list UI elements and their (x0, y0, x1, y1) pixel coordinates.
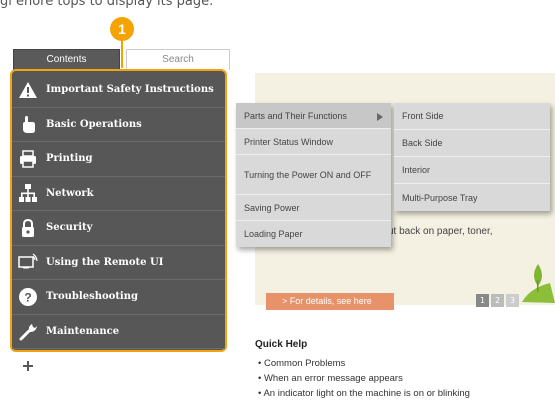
pager-1[interactable]: 1 (476, 294, 489, 307)
callout-badge: 1 (110, 17, 134, 41)
remote-ui-icon (18, 252, 38, 272)
sidebar-item-label: Important Safety Instructions (46, 84, 214, 96)
quick-help-link[interactable]: An indicator light on the machine is on … (258, 388, 469, 403)
sidebar-item-label: Using the Remote UI (46, 256, 164, 268)
quick-help-title: Quick Help (255, 339, 308, 350)
sidebar-item-label: Printing (46, 153, 93, 165)
sidebar: Important Safety Instructions Basic Oper… (10, 69, 227, 375)
sidebar-item-maintenance[interactable]: Maintenance (12, 315, 225, 349)
instruction-text: gl ehore tops to display its page. (0, 0, 214, 9)
pager-2[interactable]: 2 (491, 294, 504, 307)
menu-item-back-side[interactable]: Back Side (394, 130, 550, 157)
menu-item-interior[interactable]: Interior (394, 157, 550, 184)
sidebar-item-label: Appendix (46, 360, 99, 372)
sidebar-item-basic-operations[interactable]: Basic Operations (12, 108, 225, 142)
sidebar-item-label: Troubleshooting (46, 291, 138, 303)
network-icon (18, 183, 38, 203)
wrench-icon (18, 321, 38, 341)
sidebar-item-troubleshooting[interactable]: ? Troubleshooting (12, 280, 225, 315)
quick-help-list: Common Problems When an error message ap… (258, 358, 470, 403)
hand-pointer-icon (18, 114, 38, 134)
sidebar-item-important-safety[interactable]: Important Safety Instructions (12, 73, 225, 108)
menu-item-parts-functions[interactable]: Parts and Their Functions (236, 103, 391, 129)
submenu-arrow-icon (377, 113, 383, 121)
sidebar-item-label: Security (46, 222, 93, 234)
sidebar-item-printing[interactable]: Printing (12, 142, 225, 177)
sidebar-item-security[interactable]: Security (12, 211, 225, 246)
menu-item-front-side[interactable]: Front Side (394, 103, 550, 130)
sidebar-item-appendix[interactable]: Appendix (12, 349, 225, 383)
menu-item-printer-status[interactable]: Printer Status Window (236, 129, 391, 155)
menu-item-loading-paper[interactable]: Loading Paper (236, 221, 391, 247)
flyout-menu-basic-operations: Parts and Their Functions Printer Status… (236, 103, 391, 247)
plus-circle-icon (18, 356, 38, 376)
details-button[interactable]: > For details, see here (266, 293, 394, 310)
question-icon: ? (18, 287, 38, 307)
pager-3[interactable]: 3 (506, 294, 519, 307)
quick-help-link[interactable]: When an error message appears (258, 373, 470, 388)
menu-item-multipurpose-tray[interactable]: Multi-Purpose Tray (394, 184, 550, 211)
sidebar-item-label: Maintenance (46, 325, 120, 337)
callout-line (121, 40, 123, 68)
menu-item-saving-power[interactable]: Saving Power (236, 195, 391, 221)
sidebar-item-network[interactable]: Network (12, 177, 225, 211)
warning-icon (18, 80, 38, 100)
lock-icon (18, 218, 38, 238)
leaf-illustration (520, 258, 555, 307)
flyout-menu-parts: Front Side Back Side Interior Multi-Purp… (394, 103, 550, 211)
banner-text: cut back on paper, toner, (383, 226, 493, 237)
sidebar-item-remote-ui[interactable]: Using the Remote UI (12, 246, 225, 280)
sidebar-item-label: Basic Operations (46, 118, 142, 130)
sidebar-item-label: Network (46, 187, 94, 199)
quick-help-link[interactable]: Common Problems (258, 358, 470, 373)
menu-item-power-on-off[interactable]: Turning the Power ON and OFF (236, 155, 391, 195)
tab-search[interactable]: Search (126, 49, 230, 70)
svg-text:?: ? (24, 290, 31, 304)
printer-icon (18, 149, 38, 169)
tab-contents[interactable]: Contents (13, 49, 120, 71)
